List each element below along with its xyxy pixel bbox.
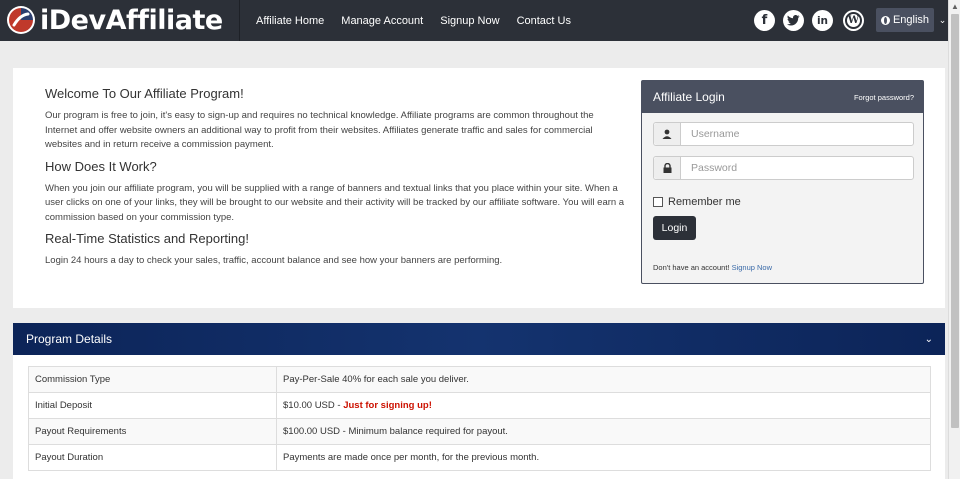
how-it-works-heading: How Does It Work? <box>45 158 157 174</box>
welcome-paragraph: Our program is free to join, it's easy t… <box>45 110 594 150</box>
row-value-text: Pay-Per-Sale 40% for each sale you deliv… <box>283 374 469 385</box>
remember-me[interactable]: Remember me <box>653 196 741 208</box>
language-selector[interactable]: English <box>876 8 934 32</box>
row-value: $10.00 USD - Just for signing up! <box>276 392 931 419</box>
remember-me-checkbox[interactable] <box>653 197 663 207</box>
statistics-heading: Real-Time Statistics and Reporting! <box>45 231 249 246</box>
program-details-header[interactable]: Program Details ⌄ <box>13 323 945 355</box>
row-value-text: Payments are made once per month, for th… <box>283 452 540 463</box>
remember-me-label: Remember me <box>668 196 741 208</box>
password-input[interactable] <box>681 157 913 179</box>
program-details-title: Program Details <box>26 332 113 346</box>
facebook-icon[interactable]: f <box>754 10 775 31</box>
signup-bonus-highlight: Just for signing up! <box>343 400 432 411</box>
row-label: Initial Deposit <box>28 392 277 419</box>
page-scrollbar[interactable]: ▲ <box>948 0 960 479</box>
nav-link-affiliate-home[interactable]: Affiliate Home <box>256 15 324 27</box>
welcome-heading: Welcome To Our Affiliate Program! <box>45 86 244 101</box>
chevron-down-icon[interactable]: ⌄ <box>937 12 948 28</box>
login-title: Affiliate Login <box>653 90 725 104</box>
globe-icon <box>880 15 890 25</box>
language-label: English <box>892 14 930 26</box>
login-header: Affiliate Login Forgot password? <box>642 81 923 113</box>
brand-name: iDevAffiliate <box>40 4 223 36</box>
no-account-text: Don't have an account! <box>653 263 730 272</box>
linkedin-icon[interactable]: in <box>812 10 833 31</box>
statistics-paragraph: Login 24 hours a day to check your sales… <box>45 255 503 266</box>
wordpress-icon[interactable]: W <box>843 10 864 31</box>
signup-link[interactable]: Signup Now <box>732 263 772 272</box>
affiliate-login-box: Affiliate Login Forgot password? Remembe… <box>641 80 924 284</box>
table-row: Payout Duration Payments are made once p… <box>28 444 931 471</box>
nav-link-signup-now[interactable]: Signup Now <box>440 15 499 27</box>
twitter-icon[interactable] <box>783 10 804 31</box>
program-details-table: Commission Type Pay-Per-Sale 40% for eac… <box>28 366 931 471</box>
nav-divider <box>239 0 240 41</box>
signup-prompt: Don't have an account! Signup Now <box>653 263 772 272</box>
program-details-panel: Program Details ⌄ Commission Type Pay-Pe… <box>13 323 945 479</box>
how-it-works-paragraph: When you join our affiliate program, you… <box>45 182 625 223</box>
brand[interactable]: iDevAffiliate <box>6 4 223 36</box>
row-value-text: $100.00 USD - Minimum balance required f… <box>283 426 508 437</box>
brand-logo-icon <box>7 6 35 34</box>
row-value: Payments are made once per month, for th… <box>276 444 931 471</box>
table-row: Initial Deposit $10.00 USD - Just for si… <box>28 392 931 419</box>
password-field[interactable] <box>653 156 914 180</box>
nav-link-manage-account[interactable]: Manage Account <box>341 15 423 27</box>
row-value: $100.00 USD - Minimum balance required f… <box>276 418 931 445</box>
row-value-text: $10.00 USD - <box>283 400 344 411</box>
table-row: Payout Requirements $100.00 USD - Minimu… <box>28 418 931 445</box>
username-input[interactable] <box>681 123 913 145</box>
lock-icon <box>654 157 681 179</box>
nav-links: Affiliate Home Manage Account Signup Now… <box>256 0 588 41</box>
forgot-password-link[interactable]: Forgot password? <box>854 93 914 102</box>
username-field[interactable] <box>653 122 914 146</box>
row-value: Pay-Per-Sale 40% for each sale you deliv… <box>276 366 931 393</box>
row-label: Payout Requirements <box>28 418 277 445</box>
login-button[interactable]: Login <box>653 216 696 240</box>
row-label: Commission Type <box>28 366 277 393</box>
top-navbar: iDevAffiliate Affiliate Home Manage Acco… <box>0 0 948 41</box>
user-icon <box>654 123 681 145</box>
welcome-content: Welcome To Our Affiliate Program! Our pr… <box>45 86 625 275</box>
chevron-down-icon[interactable]: ⌄ <box>925 334 933 345</box>
table-row: Commission Type Pay-Per-Sale 40% for eac… <box>28 366 931 393</box>
scroll-up-arrow-icon[interactable]: ▲ <box>950 2 960 12</box>
twitter-bird-glyph <box>787 15 800 26</box>
row-label: Payout Duration <box>28 444 277 471</box>
nav-link-contact-us[interactable]: Contact Us <box>517 15 571 27</box>
scroll-thumb[interactable] <box>951 14 959 428</box>
